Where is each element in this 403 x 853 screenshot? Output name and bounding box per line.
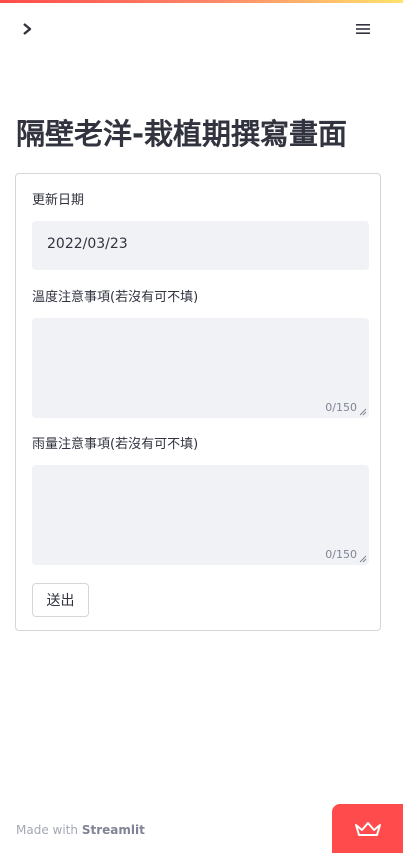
rainfall-notes-textarea[interactable]: 0/150: [32, 465, 369, 565]
sidebar-toggle-button[interactable]: [16, 18, 38, 40]
rainfall-char-counter: 0/150: [325, 548, 357, 561]
footer-made-with: Made with: [16, 823, 78, 837]
date-input[interactable]: 2022/03/23: [32, 221, 369, 270]
footer: Made with Streamlit: [16, 823, 145, 837]
hamburger-menu-icon: [356, 24, 370, 34]
temperature-notes-label: 溫度注意事項(若沒有可不填): [32, 290, 199, 305]
footer-streamlit-link[interactable]: Streamlit: [82, 823, 145, 837]
chevron-right-icon: [23, 23, 32, 35]
top-accent-bar: [0, 0, 403, 3]
temperature-char-counter: 0/150: [325, 401, 357, 414]
temperature-notes-textarea[interactable]: 0/150: [32, 318, 369, 418]
rainfall-notes-label: 雨量注意事項(若沒有可不填): [32, 437, 199, 452]
page-title: 隔壁老洋-栽植期撰寫畫面: [16, 117, 348, 151]
entry-form: 更新日期 2022/03/23 溫度注意事項(若沒有可不填) 0/150 雨量注…: [15, 173, 381, 631]
submit-button[interactable]: 送出: [32, 583, 89, 617]
streamlit-crown-icon: [354, 821, 381, 836]
main-menu-button[interactable]: [352, 18, 374, 40]
date-label: 更新日期: [32, 193, 85, 208]
resize-handle-icon[interactable]: [359, 408, 367, 416]
streamlit-badge[interactable]: [332, 804, 403, 853]
resize-handle-icon[interactable]: [359, 555, 367, 563]
date-value: 2022/03/23: [47, 236, 128, 252]
